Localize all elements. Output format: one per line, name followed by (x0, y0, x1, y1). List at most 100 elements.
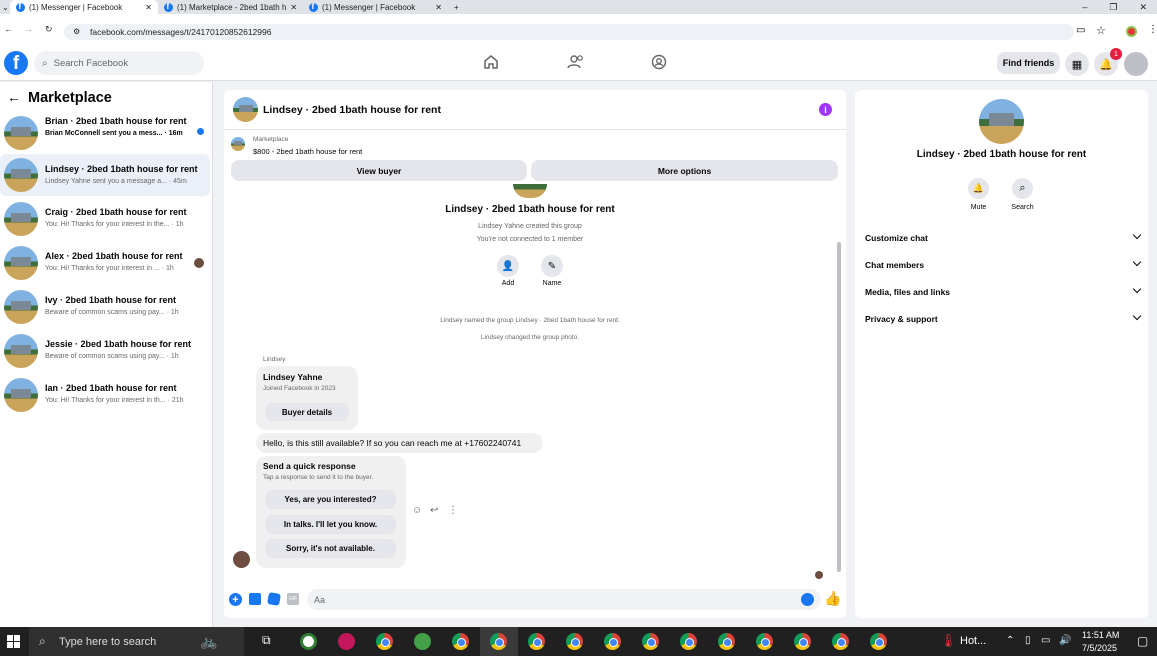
conversation-item-ian[interactable]: Ian · 2bed 1bath house for rent You: Hi!… (0, 375, 210, 415)
notification-center-icon[interactable]: ▢ (1137, 634, 1148, 648)
chrome-icon[interactable] (832, 633, 849, 650)
created-by-text: Lindsey Yahne created this group (478, 223, 582, 230)
new-tab-button[interactable]: + (448, 0, 464, 14)
windows-start-icon[interactable] (7, 635, 20, 648)
reply-icon[interactable]: ↩ (430, 505, 438, 516)
chat-members-row[interactable]: Chat members (865, 255, 1142, 275)
quick-reply-sorry[interactable]: Sorry, it's not available. (265, 539, 396, 558)
scrollbar-thumb[interactable] (837, 242, 841, 572)
home-icon[interactable] (483, 54, 499, 75)
conversation-item-ivy[interactable]: Ivy · 2bed 1bath house for rent Beware o… (0, 287, 210, 327)
conversation-item-jessie[interactable]: Jessie · 2bed 1bath house for rent Bewar… (0, 331, 210, 371)
more-actions-icon[interactable]: ⋮ (448, 505, 458, 516)
chrome-icon[interactable] (718, 633, 735, 650)
chrome-icon[interactable] (376, 633, 393, 650)
edit-name-icon[interactable]: ✎ (541, 255, 563, 277)
tray-chevron-icon[interactable]: ⌃ (1006, 635, 1014, 646)
groups-icon[interactable] (651, 54, 667, 75)
message-input[interactable]: Aa (307, 589, 821, 610)
app-icon-2[interactable] (338, 633, 355, 650)
profile-icon[interactable] (1126, 26, 1137, 37)
account-avatar[interactable] (1124, 52, 1148, 76)
conversation-item-alex[interactable]: Alex · 2bed 1bath house for rent You: Hi… (0, 243, 210, 283)
conversation-item-lindsey[interactable]: Lindsey · 2bed 1bath house for rent Lind… (0, 154, 210, 196)
cast-icon[interactable]: ▭ (1076, 25, 1085, 36)
weather-text[interactable]: Hot... (960, 635, 986, 647)
browser-tab-3[interactable]: (1) Messenger | Facebook ✕ (303, 0, 448, 14)
restore-icon[interactable]: ❐ (1109, 2, 1117, 13)
message-bubble[interactable]: Hello, is this still available? If so yo… (256, 433, 543, 453)
gif-icon[interactable]: GIF (287, 593, 299, 605)
info-icon[interactable]: i (819, 103, 832, 116)
back-arrow-icon[interactable]: ← (7, 89, 21, 105)
chrome-icon[interactable] (528, 633, 545, 650)
clock-date[interactable]: 7/5/2025 (1082, 643, 1117, 653)
notification-badge: 1 (1110, 48, 1122, 60)
quick-reply-yes[interactable]: Yes, are you interested? (265, 490, 396, 509)
search-input[interactable]: ⌕ Search Facebook (34, 51, 204, 75)
close-tab-icon[interactable]: ✕ (145, 3, 152, 12)
sender-avatar[interactable] (233, 551, 250, 568)
volume-icon[interactable]: 🔊 (1059, 635, 1071, 646)
chrome-icon[interactable] (566, 633, 583, 650)
conversation-item-craig[interactable]: Craig · 2bed 1bath house for rent You: H… (0, 199, 210, 239)
conversation-snippet: You: Hi! Thanks for your interest in th.… (45, 397, 184, 404)
chrome-icon[interactable] (490, 633, 507, 650)
clock-time[interactable]: 11:51 AM (1082, 630, 1119, 640)
listing-detail[interactable]: $800 - 2bed 1bath house for rent (253, 147, 362, 156)
add-people-icon[interactable]: 👤 (497, 255, 519, 277)
browser-tab-2[interactable]: (1) Marketplace - 2bed 1bath h ✕ (158, 0, 303, 14)
window-close-icon[interactable]: ✕ (1139, 2, 1147, 13)
chrome-icon[interactable] (642, 633, 659, 650)
menu-grid-icon[interactable]: ▦ (1065, 52, 1089, 76)
forward-icon[interactable]: → (24, 24, 33, 34)
conversation-item-brian[interactable]: Brian · 2bed 1bath house for rent Brian … (0, 111, 210, 151)
minimize-icon[interactable]: – (1082, 2, 1087, 12)
more-options-button[interactable]: More options (531, 160, 838, 181)
buyer-details-button[interactable]: Buyer details (265, 403, 349, 421)
battery-icon[interactable]: ▯ (1025, 635, 1031, 646)
react-emoji-icon[interactable]: ☺ (412, 505, 422, 516)
sticker-icon[interactable] (267, 592, 281, 606)
thermometer-icon[interactable]: 🌡 (940, 633, 957, 649)
chrome-icon[interactable] (756, 633, 773, 650)
emoji-icon[interactable] (801, 593, 814, 606)
customize-chat-row[interactable]: Customize chat (865, 228, 1142, 248)
browser-menu-icon[interactable]: ⋮ (1148, 24, 1157, 35)
chrome-icon[interactable] (870, 633, 887, 650)
thumbs-up-icon[interactable]: 👍 (824, 590, 841, 607)
chat-scrollbar[interactable] (836, 194, 842, 580)
close-tab-icon[interactable]: ✕ (435, 3, 442, 12)
task-view-icon[interactable]: ⧉ (262, 633, 271, 648)
plus-icon[interactable]: + (229, 593, 242, 606)
photo-icon[interactable] (249, 593, 261, 605)
back-icon[interactable]: ← (4, 24, 13, 34)
url-bar[interactable]: ⚙ facebook.com/messages/t/24170120852612… (64, 24, 1074, 40)
quick-reply-in-talks[interactable]: In talks. I'll let you know. (265, 515, 396, 534)
app-icon-green[interactable] (414, 633, 431, 650)
site-info-icon[interactable]: ⚙ (73, 27, 80, 36)
find-friends-button[interactable]: Find friends (997, 52, 1060, 74)
close-tab-icon[interactable]: ✕ (290, 3, 297, 12)
chat-title[interactable]: Lindsey · 2bed 1bath house for rent (263, 104, 441, 116)
chrome-icon[interactable] (604, 633, 621, 650)
browser-tab-1[interactable]: (1) Messenger | Facebook ✕ (10, 0, 158, 14)
privacy-support-row[interactable]: Privacy & support (865, 309, 1142, 329)
friends-icon[interactable] (567, 54, 585, 75)
chrome-icon[interactable] (452, 633, 469, 650)
group-avatar[interactable] (979, 99, 1024, 144)
network-icon[interactable]: ▭ (1041, 635, 1050, 646)
media-files-links-row[interactable]: Media, files and links (865, 282, 1142, 302)
chrome-icon[interactable] (794, 633, 811, 650)
reload-icon[interactable]: ↻ (45, 24, 53, 35)
search-chat-icon[interactable]: ⌕ (1012, 178, 1033, 199)
facebook-logo-icon[interactable]: f (4, 51, 28, 75)
view-buyer-button[interactable]: View buyer (231, 160, 527, 181)
tab-search-icon[interactable]: ⌄ (0, 0, 10, 14)
listing-thumb[interactable] (231, 137, 245, 151)
chrome-icon[interactable] (680, 633, 697, 650)
chat-avatar[interactable] (233, 97, 258, 122)
mute-bell-icon[interactable]: 🔔 (968, 178, 989, 199)
app-icon-1[interactable] (300, 633, 317, 650)
bookmark-star-icon[interactable]: ☆ (1096, 24, 1106, 37)
